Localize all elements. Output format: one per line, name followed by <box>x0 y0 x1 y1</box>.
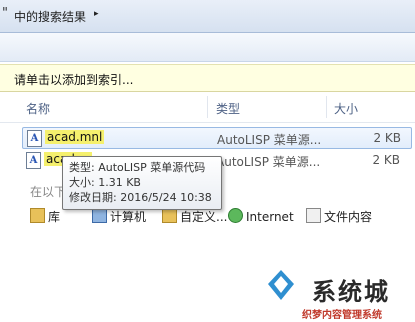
computer-icon <box>92 208 107 223</box>
search-again-label: 在以下 <box>30 185 67 199</box>
column-header-row: 名称 类型 大小 <box>0 92 415 123</box>
search-locations: 库 计算机 自定义... Internet 文件内容 <box>30 208 415 226</box>
column-divider[interactable] <box>207 96 208 118</box>
file-row[interactable]: A acad.mnl AutoLISP 菜单源... 2 KB <box>22 127 412 149</box>
document-icon <box>306 208 321 223</box>
folder-icon <box>162 208 177 223</box>
tooltip-date: 修改日期: 2016/5/24 10:38 <box>69 191 212 204</box>
index-info-bar[interactable]: 请单击以添加到索引... <box>0 64 415 92</box>
search-computer-label: 计算机 <box>110 210 147 224</box>
watermark: 系统城 织梦内容管理系统 <box>260 268 415 322</box>
column-header-size[interactable]: 大小 <box>334 100 358 117</box>
file-name[interactable]: acad.mnl <box>45 130 105 144</box>
tooltip-size: 大小: 1.31 KB <box>69 176 141 189</box>
file-info-tooltip: 类型: AutoLISP 菜单源代码 大小: 1.31 KB 修改日期: 201… <box>62 156 222 210</box>
file-size: 2 KB <box>372 153 400 167</box>
info-bar-text: 请单击以添加到索引... <box>14 73 134 87</box>
column-header-type[interactable]: 类型 <box>216 100 240 117</box>
breadcrumb-arrow-icon[interactable]: ▸ <box>94 9 99 19</box>
internet-icon <box>228 208 243 223</box>
search-file-content-label: 文件内容 <box>324 210 373 224</box>
address-bar[interactable]: " 中的搜索结果 ▸ <box>0 0 415 33</box>
address-quote: " <box>2 6 8 21</box>
file-type: AutoLISP 菜单源... <box>216 155 321 169</box>
autolisp-file-icon: A <box>27 130 42 147</box>
watermark-logo-icon <box>268 270 294 300</box>
search-library-link[interactable]: 库 <box>30 208 60 225</box>
autolisp-file-icon: A <box>26 152 41 169</box>
file-type: AutoLISP 菜单源... <box>217 133 322 147</box>
watermark-subtitle: 织梦内容管理系统 <box>302 310 382 321</box>
watermark-title: 系统城 <box>312 278 390 306</box>
search-internet-label: Internet <box>246 210 294 224</box>
column-divider[interactable] <box>326 96 327 118</box>
library-icon <box>30 208 45 223</box>
breadcrumb[interactable]: 中的搜索结果 <box>14 8 86 25</box>
file-size: 2 KB <box>373 131 401 145</box>
search-library-label: 库 <box>48 210 61 224</box>
search-custom-link[interactable]: 自定义... <box>162 208 227 225</box>
search-internet-link[interactable]: Internet <box>228 208 294 224</box>
column-header-name[interactable]: 名称 <box>26 100 50 117</box>
search-file-content-link[interactable]: 文件内容 <box>306 208 372 225</box>
search-custom-label: 自定义... <box>180 210 228 224</box>
tooltip-type: 类型: AutoLISP 菜单源代码 <box>69 161 206 174</box>
toolbar <box>0 33 415 62</box>
search-computer-link[interactable]: 计算机 <box>92 208 146 225</box>
